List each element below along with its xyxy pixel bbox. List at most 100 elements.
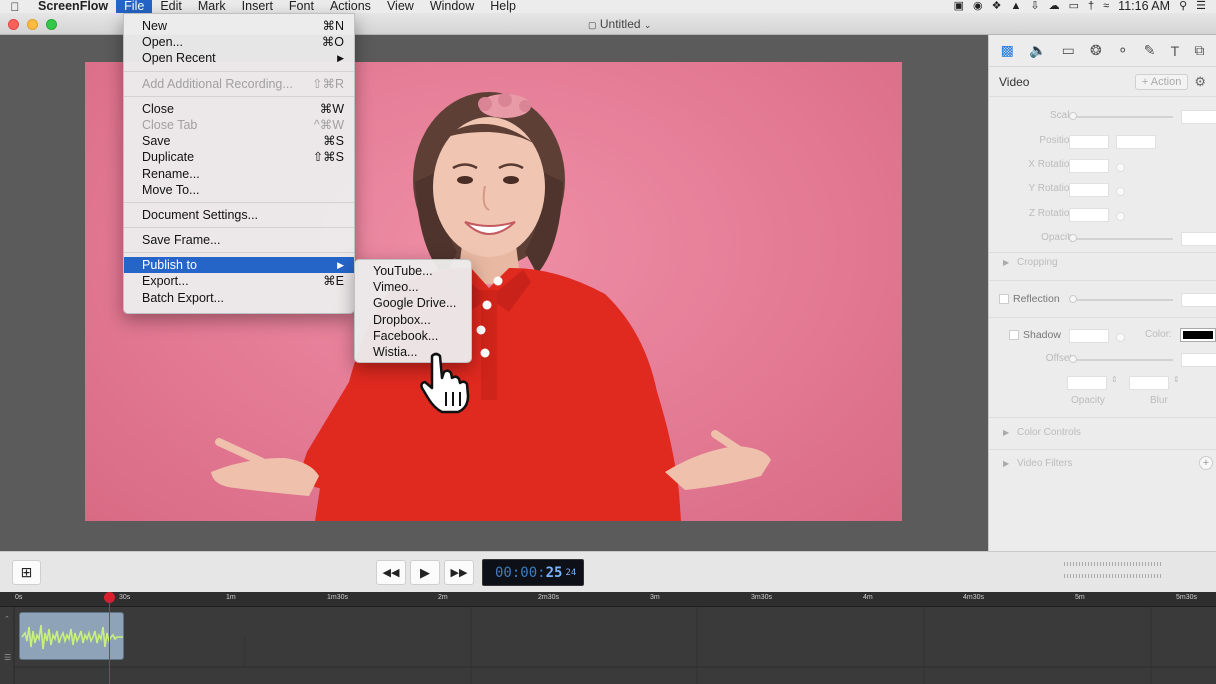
- menu-item-move-to[interactable]: Move To...: [124, 182, 354, 198]
- shadow-opacity-field[interactable]: [1067, 376, 1107, 390]
- close-window-button[interactable]: [8, 19, 19, 30]
- playhead-handle[interactable]: [104, 592, 115, 603]
- scale-slider-knob[interactable]: [1069, 112, 1077, 120]
- eye-icon[interactable]: ◉: [973, 0, 983, 13]
- window-title[interactable]: ▢ Untitled ⌄: [588, 17, 651, 31]
- menu-item-save-frame[interactable]: Save Frame...: [124, 232, 354, 248]
- submenu-item-google-drive[interactable]: Google Drive...: [355, 295, 471, 311]
- menu-window[interactable]: Window: [422, 0, 482, 13]
- reflection-slider-knob[interactable]: [1069, 295, 1077, 303]
- x-rotation-field[interactable]: [1069, 159, 1109, 173]
- menu-item-publish-to[interactable]: Publish to ▶: [124, 257, 354, 274]
- gear-icon[interactable]: ⚙: [1194, 74, 1206, 90]
- opacity-field[interactable]: [1181, 232, 1216, 246]
- wifi-icon[interactable]: ≈: [1103, 0, 1109, 13]
- menu-file[interactable]: File: [116, 0, 153, 13]
- menu-actions[interactable]: Actions: [322, 0, 379, 13]
- menu-item-save[interactable]: Save ⌘S: [124, 133, 354, 149]
- menu-item-document-settings[interactable]: Document Settings...: [124, 207, 354, 223]
- timeline-tracks[interactable]: ⌃ ☰: [0, 607, 1216, 684]
- menu-item-open[interactable]: Open... ⌘O: [124, 34, 354, 50]
- reflection-checkbox[interactable]: [999, 294, 1009, 304]
- scale-field[interactable]: [1181, 110, 1216, 124]
- audio-properties-icon[interactable]: 🔈: [1029, 42, 1046, 59]
- opacity-slider[interactable]: [1071, 238, 1173, 240]
- disclosure-triangle-icon[interactable]: ▶: [1003, 459, 1009, 468]
- bluetooth-icon[interactable]: †: [1088, 0, 1094, 13]
- position-y-field[interactable]: [1116, 135, 1156, 149]
- battery-icon[interactable]: ▭: [1069, 0, 1079, 13]
- menu-help[interactable]: Help: [482, 0, 524, 13]
- track-menu-icon[interactable]: ☰: [4, 653, 11, 662]
- offset-slider-knob[interactable]: [1069, 355, 1077, 363]
- notification-center-icon[interactable]: ☰: [1196, 0, 1206, 13]
- offset-slider[interactable]: [1071, 359, 1173, 361]
- rewind-button[interactable]: ◀◀: [376, 560, 406, 585]
- y-rotation-dial[interactable]: [1116, 187, 1125, 196]
- submenu-item-youtube[interactable]: YouTube...: [355, 263, 471, 279]
- reflection-field[interactable]: [1181, 293, 1216, 307]
- menu-app-name[interactable]: ScreenFlow: [30, 0, 116, 13]
- play-button[interactable]: ▶: [410, 560, 440, 585]
- track-expand-icon[interactable]: ⌃: [4, 615, 10, 623]
- drive-icon[interactable]: ▲: [1010, 0, 1021, 13]
- submenu-item-vimeo[interactable]: Vimeo...: [355, 279, 471, 295]
- playhead-line[interactable]: [109, 592, 110, 684]
- shadow-angle-field[interactable]: [1069, 329, 1109, 343]
- spotlight-icon[interactable]: ⚲: [1179, 0, 1187, 13]
- menu-item-batch-export[interactable]: Batch Export...: [124, 290, 354, 306]
- submenu-item-dropbox[interactable]: Dropbox...: [355, 312, 471, 328]
- color-controls-row[interactable]: ▶ Color Controls: [989, 425, 1216, 443]
- add-action-button[interactable]: + Action: [1134, 73, 1189, 90]
- z-rotation-field[interactable]: [1069, 208, 1109, 222]
- scale-slider[interactable]: [1071, 116, 1173, 118]
- fast-forward-button[interactable]: ▶▶: [444, 560, 474, 585]
- video-properties-icon[interactable]: ▩: [1001, 42, 1014, 59]
- dropbox-icon[interactable]: ❖: [992, 0, 1002, 13]
- menu-font[interactable]: Font: [281, 0, 322, 13]
- menu-item-open-recent[interactable]: Open Recent ▶: [124, 50, 354, 66]
- stepper-icon[interactable]: ⇕: [1173, 375, 1180, 384]
- z-rotation-dial[interactable]: [1116, 212, 1125, 221]
- screenflow-status-icon[interactable]: ▣: [954, 0, 964, 13]
- x-rotation-dial[interactable]: [1116, 163, 1125, 172]
- text-icon[interactable]: T: [1171, 43, 1180, 59]
- download-icon[interactable]: ⇩: [1030, 0, 1039, 13]
- clock-text[interactable]: 11:16 AM: [1118, 0, 1170, 13]
- disclosure-triangle-icon[interactable]: ▶: [1003, 258, 1009, 267]
- disclosure-triangle-icon[interactable]: ▶: [1003, 428, 1009, 437]
- reflection-slider[interactable]: [1071, 299, 1173, 301]
- menu-item-close[interactable]: Close ⌘W: [124, 101, 354, 117]
- y-rotation-field[interactable]: [1069, 183, 1109, 197]
- menu-item-export[interactable]: Export... ⌘E: [124, 273, 354, 289]
- minimize-window-button[interactable]: [27, 19, 38, 30]
- submenu-item-facebook[interactable]: Facebook...: [355, 328, 471, 344]
- crop-button[interactable]: ⊞: [12, 560, 41, 585]
- menu-mark[interactable]: Mark: [190, 0, 234, 13]
- menu-item-rename[interactable]: Rename...: [124, 166, 354, 182]
- annotations-icon[interactable]: ✎: [1144, 42, 1156, 59]
- video-filters-row[interactable]: ▶ Video Filters +: [989, 456, 1216, 474]
- screen-recording-icon[interactable]: ▭: [1062, 42, 1075, 59]
- add-filter-icon[interactable]: +: [1199, 456, 1213, 470]
- stepper-icon[interactable]: ⇕: [1111, 375, 1118, 384]
- touch-callout-icon[interactable]: ⚬: [1117, 42, 1129, 59]
- menu-view[interactable]: View: [379, 0, 422, 13]
- menu-insert[interactable]: Insert: [234, 0, 281, 13]
- position-x-field[interactable]: [1069, 135, 1109, 149]
- zoom-window-button[interactable]: [46, 19, 57, 30]
- callout-icon[interactable]: ❂: [1090, 42, 1102, 59]
- timeline-ruler[interactable]: 0s 30s 1m 1m30s 2m 2m30s 3m 3m30s 4m 4m3…: [0, 592, 1216, 607]
- menu-edit[interactable]: Edit: [152, 0, 190, 13]
- shadow-checkbox[interactable]: [1009, 330, 1019, 340]
- cloud-icon[interactable]: ☁: [1049, 0, 1060, 13]
- menu-item-duplicate[interactable]: Duplicate ⇧⌘S: [124, 149, 354, 165]
- shadow-color-well[interactable]: [1180, 328, 1216, 342]
- cropping-row[interactable]: ▶ Cropping: [989, 255, 1216, 273]
- shadow-angle-dial[interactable]: [1116, 333, 1125, 342]
- shadow-blur-field[interactable]: [1129, 376, 1169, 390]
- apple-icon[interactable]: : [0, 0, 30, 14]
- opacity-slider-knob[interactable]: [1069, 234, 1077, 242]
- media-library-icon[interactable]: ⧉: [1194, 42, 1204, 59]
- offset-field[interactable]: [1181, 353, 1216, 367]
